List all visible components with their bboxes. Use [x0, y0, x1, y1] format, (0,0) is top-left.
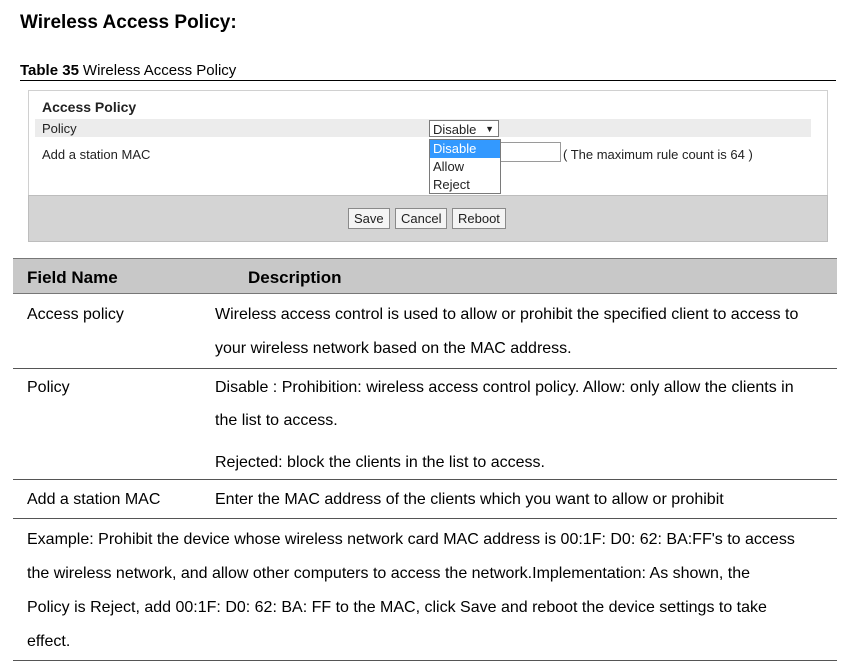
caption-text: Wireless Access Policy	[82, 62, 237, 79]
policy-select[interactable]: Disable ▼	[429, 120, 499, 137]
example-line-3: Policy is Reject, add 00:1F: D0: 62: BA:…	[27, 599, 767, 616]
header-description: Description	[248, 268, 342, 287]
policy-select-value: Disable	[433, 122, 477, 137]
policy-label: Policy	[42, 121, 77, 136]
reboot-button[interactable]: Reboot	[452, 208, 506, 229]
desc-policy-2: the list to access.	[215, 412, 338, 429]
desc-access-policy-1: Wireless access control is used to allow…	[215, 306, 799, 323]
desc-add-station-mac: Enter the MAC address of the clients whi…	[215, 491, 724, 508]
field-policy: Policy	[27, 379, 70, 396]
access-policy-screenshot: Access Policy Policy Disable ▼ Add a sta…	[28, 90, 828, 242]
table-caption: Table 35 Wireless Access Policy	[20, 62, 836, 81]
desc-policy-1: Disable : Prohibition: wireless access c…	[215, 379, 794, 396]
desc-access-policy-2: your wireless network based on the MAC a…	[215, 340, 572, 357]
max-rule-hint: ( The maximum rule count is 64 )	[563, 147, 753, 162]
header-field-name: Field Name	[27, 268, 118, 287]
example-line-1: Example: Prohibit the device whose wirel…	[27, 531, 795, 548]
button-bar: Save Cancel Reboot	[28, 195, 828, 242]
caption-label: Table 35	[20, 62, 79, 79]
table-header: Field Name Description	[13, 258, 837, 294]
row-divider	[13, 518, 837, 519]
section-title: Access Policy	[42, 99, 137, 115]
mac-input[interactable]	[499, 142, 561, 162]
save-button[interactable]: Save	[348, 208, 390, 229]
example-line-2: the wireless network, and allow other co…	[27, 565, 751, 582]
field-add-station-mac: Add a station MAC	[27, 491, 161, 508]
example-line-4: effect.	[27, 633, 71, 650]
desc-policy-3: Rejected: block the clients in the list …	[215, 454, 545, 471]
table-bottom-rule	[13, 660, 837, 661]
option-allow[interactable]: Allow	[430, 158, 500, 176]
policy-row-highlight	[35, 119, 811, 137]
row-divider	[13, 368, 837, 369]
cancel-button[interactable]: Cancel	[395, 208, 448, 229]
option-reject[interactable]: Reject	[430, 176, 500, 194]
policy-dropdown-list: Disable Allow Reject	[429, 139, 501, 194]
page-heading: Wireless Access Policy:	[20, 12, 237, 33]
dropdown-arrow-icon: ▼	[485, 124, 494, 134]
field-access-policy: Access policy	[27, 306, 124, 323]
mac-label: Add a station MAC	[42, 147, 151, 162]
access-policy-panel: Access Policy Policy Disable ▼ Add a sta…	[28, 90, 828, 196]
option-disable[interactable]: Disable	[430, 140, 500, 158]
row-divider	[13, 479, 837, 480]
